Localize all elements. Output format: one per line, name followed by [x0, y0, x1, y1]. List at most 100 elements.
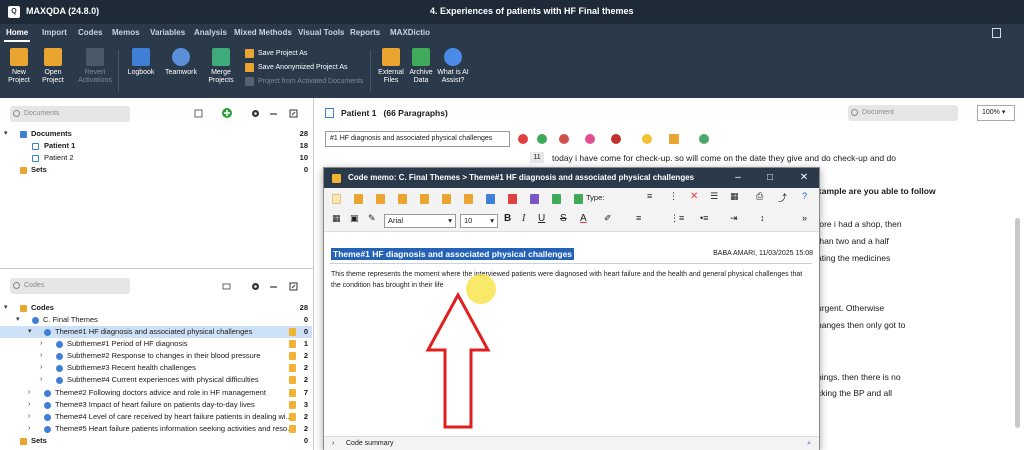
memo-body-text[interactable]: This theme represents the moment where t… — [331, 269, 813, 291]
layout-icon[interactable] — [992, 28, 1001, 38]
memo-type-icon[interactable] — [464, 194, 473, 204]
memo-type-icon[interactable] — [442, 194, 451, 204]
font-color-button[interactable]: A — [580, 213, 587, 224]
document-search-input[interactable]: Document — [848, 105, 958, 121]
export-icon[interactable]: ⤴ — [778, 191, 787, 204]
memo-type-icon[interactable] — [354, 194, 363, 204]
documents-search-input[interactable]: Documents — [10, 106, 130, 122]
code-item[interactable]: ▾ C. Final Themes 0 — [0, 314, 312, 326]
memo-type-icon[interactable] — [376, 194, 385, 204]
gear-icon[interactable] — [251, 109, 260, 118]
memo-icon[interactable] — [289, 340, 296, 348]
maximize-button[interactable]: □ — [758, 168, 782, 188]
code-filter-icon[interactable] — [222, 282, 231, 291]
highlight-color-button[interactable]: ✐ — [604, 213, 612, 224]
menu-tab-home[interactable]: Home — [6, 28, 28, 37]
code-summary-bar[interactable]: › Code summary ⌕ — [324, 436, 819, 450]
memo-type-standard-icon[interactable] — [332, 194, 341, 204]
font-size-select[interactable]: 10 ▾ — [460, 214, 498, 228]
menu-tab-memos[interactable]: Memos — [112, 28, 140, 37]
memo-type-icon[interactable] — [552, 194, 561, 204]
undock-icon[interactable] — [289, 282, 298, 291]
documents-root[interactable]: ▾ Documents 28 — [0, 128, 312, 140]
undock-icon[interactable] — [289, 109, 298, 118]
close-button[interactable]: ✕ — [792, 168, 816, 188]
menu-tab-variables[interactable]: Variables — [150, 28, 185, 37]
merge-projects-button[interactable]: Merge Projects — [204, 48, 238, 85]
more-options-icon[interactable]: » — [802, 213, 807, 223]
color-code-icon[interactable] — [611, 134, 621, 144]
menu-tab-visual-tools[interactable]: Visual Tools — [298, 28, 344, 37]
code-pin-icon[interactable] — [518, 134, 528, 144]
memo-icon[interactable] — [289, 376, 296, 384]
add-document-icon[interactable] — [222, 108, 232, 118]
underline-button[interactable]: U — [538, 213, 545, 224]
memo-icon[interactable] — [289, 364, 296, 372]
emoticode-icon[interactable] — [642, 134, 652, 144]
menu-tab-codes[interactable]: Codes — [78, 28, 102, 37]
code-in-vivo-icon[interactable] — [559, 134, 569, 144]
list-icon[interactable]: ⋮ — [669, 191, 678, 202]
code-sets[interactable]: Sets 0 — [0, 435, 312, 447]
font-family-select[interactable]: Arial ▾ — [384, 214, 456, 228]
align-icon[interactable]: ≡ — [647, 191, 652, 201]
menu-tab-maxdictio[interactable]: MAXDictio — [390, 28, 430, 37]
archive-data-button[interactable]: Archive Data — [404, 48, 438, 85]
menu-tab-import[interactable]: Import — [42, 28, 67, 37]
memo-type-icon[interactable] — [486, 194, 495, 204]
document-sets[interactable]: Sets 0 — [0, 164, 312, 176]
codes-root[interactable]: ▾ Codes 28 — [0, 302, 312, 314]
table-icon[interactable]: ▦ — [332, 213, 341, 224]
bold-button[interactable]: B — [504, 213, 511, 224]
logbook-button[interactable]: Logbook — [124, 48, 158, 77]
activation-icon[interactable] — [194, 109, 203, 118]
revert-activations-button[interactable]: Revert Activations — [78, 48, 112, 85]
code-item[interactable]: › Theme#2 Following doctors advice and r… — [0, 387, 312, 399]
search-icon[interactable]: ⌕ — [807, 437, 811, 450]
highlight-icon[interactable] — [585, 134, 595, 144]
print-icon[interactable]: ⎙ — [756, 191, 763, 202]
code-item[interactable]: › Subtheme#2 Response to changes in thei… — [0, 350, 312, 362]
memo-icon[interactable] — [289, 413, 296, 421]
menu-tab-analysis[interactable]: Analysis — [194, 28, 227, 37]
minimize-icon[interactable] — [269, 109, 278, 118]
memo-icon[interactable] — [289, 401, 296, 409]
format-painter-icon[interactable]: ✎ — [368, 213, 376, 224]
memo-icon[interactable] — [289, 328, 296, 336]
memo-heading[interactable]: Theme#1 HF diagnosis and associated phys… — [331, 248, 575, 260]
project-from-activated-button[interactable]: Project from Activated Documents — [245, 76, 363, 90]
memo-type-icon[interactable] — [398, 194, 407, 204]
zoom-select[interactable]: 100% ▾ — [977, 105, 1015, 121]
numbered-list-icon[interactable]: ⋮≡ — [670, 213, 684, 224]
strikethrough-button[interactable]: S — [560, 213, 567, 224]
line-spacing-icon[interactable]: ↕ — [760, 213, 765, 223]
code-item[interactable]: › Theme#4 Level of care received by hear… — [0, 411, 312, 423]
code-item[interactable]: › Subtheme#3 Recent health challenges 2 — [0, 362, 312, 374]
indent-icon[interactable]: ⇥ — [730, 213, 738, 224]
memo-type-icon[interactable] — [530, 194, 539, 204]
new-project-button[interactable]: New Project — [2, 48, 36, 85]
ai-assist-button[interactable]: What is AI Assist? — [436, 48, 470, 85]
minimize-button[interactable]: – — [726, 168, 750, 188]
link-icon[interactable] — [699, 134, 709, 144]
code-item[interactable]: › Theme#5 Heart failure patients informa… — [0, 423, 312, 435]
memo-icon[interactable] — [289, 389, 296, 397]
menu-tab-mixed-methods[interactable]: Mixed Methods — [234, 28, 292, 37]
open-project-button[interactable]: Open Project — [36, 48, 70, 85]
document-item[interactable]: Patient 2 10 — [0, 152, 312, 164]
code-item[interactable]: › Subtheme#1 Period of HF diagnosis 1 — [0, 338, 312, 350]
memo-type-icon[interactable] — [420, 194, 429, 204]
save-anonymized-button[interactable]: Save Anonymized Project As — [245, 62, 363, 76]
insert-icon[interactable]: ▣ — [350, 213, 359, 224]
help-icon[interactable]: ? — [802, 191, 807, 201]
code-item[interactable]: › Theme#3 Impact of heart failure on pat… — [0, 399, 312, 411]
minimize-icon[interactable] — [269, 282, 278, 291]
code-item[interactable]: ▾ Theme#1 HF diagnosis and associated ph… — [0, 326, 312, 338]
teamwork-button[interactable]: Teamwork — [164, 48, 198, 77]
colors-icon[interactable]: ▦ — [730, 191, 739, 202]
bullets-icon[interactable]: •≡ — [700, 213, 708, 223]
document-scrollbar[interactable] — [1015, 218, 1020, 428]
italic-button[interactable]: I — [522, 213, 525, 224]
document-item[interactable]: Patient 1 18 — [0, 140, 312, 152]
menu-tab-reports[interactable]: Reports — [350, 28, 380, 37]
